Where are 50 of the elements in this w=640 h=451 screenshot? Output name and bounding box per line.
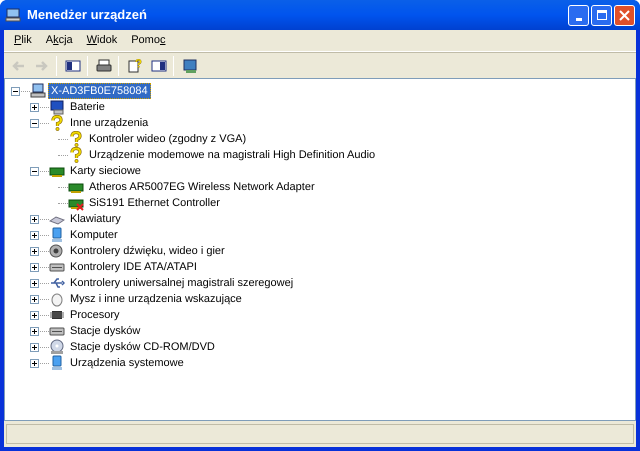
maximize-button[interactable]	[591, 4, 612, 26]
computer-icon	[5, 7, 21, 23]
panel-icon	[64, 58, 80, 74]
tree-item[interactable]: Kontrolery IDE ATA/ATAPI	[67, 259, 200, 275]
minimize-button[interactable]	[568, 4, 589, 26]
tree-item[interactable]: Karty sieciowe	[67, 163, 144, 179]
collapse-toggle[interactable]	[11, 86, 20, 96]
tree-item[interactable]: Komputer	[67, 227, 121, 243]
tree-item[interactable]: Kontroler wideo (zgodny z VGA)	[86, 131, 250, 147]
collapse-toggle[interactable]	[30, 118, 39, 128]
computer-icon	[30, 83, 46, 99]
tree-item[interactable]: Mysz i inne urządzenia wskazujące	[67, 291, 245, 307]
menu-item[interactable]: Akcja	[38, 32, 80, 50]
collapse-toggle[interactable]	[30, 166, 39, 176]
expand-toggle[interactable]	[30, 310, 39, 320]
expand-toggle[interactable]	[30, 246, 39, 256]
tree-item[interactable]: Atheros AR5007EG Wireless Network Adapter	[86, 179, 318, 195]
tree-item[interactable]: Stacje dysków	[67, 323, 144, 339]
panel-icon	[150, 58, 166, 74]
question-icon	[49, 115, 65, 131]
tree-item[interactable]: Inne urządzenia	[67, 115, 152, 131]
menu-item[interactable]: Plik	[7, 32, 39, 50]
window-title: Menedżer urządzeń	[27, 6, 147, 24]
expand-toggle[interactable]	[30, 230, 39, 240]
tree-item[interactable]: Procesory	[67, 307, 123, 323]
tree-item[interactable]: X-AD3FB0E758084	[48, 83, 151, 99]
mouse-icon	[49, 291, 65, 307]
speaker-icon	[49, 243, 65, 259]
close-icon	[619, 10, 630, 20]
menu-item[interactable]: Widok	[80, 32, 124, 50]
help-document-icon	[126, 58, 142, 74]
tree-item[interactable]: Klawiatury	[67, 211, 124, 227]
tree-item[interactable]: Kontrolery dźwięku, wideo i gier	[67, 243, 228, 259]
tree-item[interactable]: Baterie	[67, 99, 108, 115]
expand-toggle[interactable]	[30, 214, 39, 224]
close-button[interactable]	[614, 4, 635, 26]
menu-item[interactable]: Pomoc	[124, 32, 172, 50]
expand-toggle[interactable]	[30, 326, 39, 336]
tree-item[interactable]: Stacje dysków CD-ROM/DVD	[67, 339, 218, 355]
tree-item[interactable]: Urządzenie modemowe na magistrali High Definition Audio	[86, 147, 378, 163]
expand-toggle[interactable]	[30, 358, 39, 368]
computer-scan-icon	[182, 58, 198, 74]
tree-item[interactable]: Kontrolery uniwersalnej magistrali szeregowej	[67, 275, 296, 291]
expand-toggle[interactable]	[30, 278, 39, 288]
expand-toggle[interactable]	[30, 262, 39, 272]
tree-item[interactable]: Urządzenia systemowe	[67, 355, 187, 371]
expand-toggle[interactable]	[30, 342, 39, 352]
expand-toggle[interactable]	[30, 102, 39, 112]
expand-toggle[interactable]	[30, 294, 39, 304]
printer-icon	[96, 58, 112, 74]
